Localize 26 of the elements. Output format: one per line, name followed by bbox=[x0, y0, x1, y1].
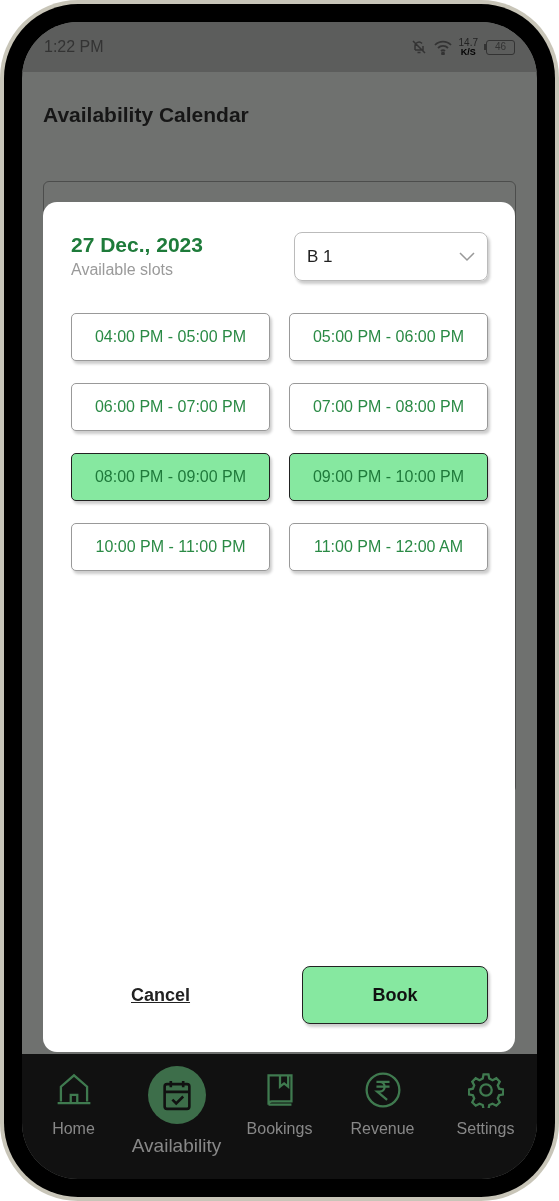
network-speed-unit: K/S bbox=[460, 47, 476, 57]
bell-off-icon bbox=[410, 39, 427, 55]
network-speed: 14.7 bbox=[458, 37, 478, 48]
nav-tab[interactable]: Settings bbox=[434, 1054, 537, 1163]
time-slot[interactable]: 10:00 PM - 11:00 PM bbox=[71, 523, 270, 571]
selected-date: 27 Dec., 2023 bbox=[71, 232, 203, 258]
nav-tab[interactable]: Home bbox=[22, 1054, 125, 1163]
book-button[interactable]: Book bbox=[302, 966, 488, 1024]
subtitle: Available slots bbox=[71, 260, 174, 280]
time-slot[interactable]: 05:00 PM - 06:00 PM bbox=[289, 313, 488, 361]
time-slot[interactable]: 11:00 PM - 12:00 AM bbox=[289, 523, 488, 571]
wifi-icon bbox=[432, 39, 453, 55]
page-title: Availability Calendar bbox=[43, 102, 250, 128]
time-slot[interactable]: 09:00 PM - 10:00 PM bbox=[289, 453, 488, 501]
chevron-down-icon bbox=[459, 251, 475, 262]
time-slot[interactable]: 04:00 PM - 05:00 PM bbox=[71, 313, 270, 361]
settings-icon bbox=[467, 1072, 504, 1108]
nav-tab[interactable]: Revenue bbox=[331, 1054, 434, 1163]
cancel-button[interactable]: Cancel bbox=[131, 981, 191, 1009]
nav-tab[interactable]: Bookings bbox=[228, 1054, 331, 1163]
nav-tab[interactable]: Availability bbox=[125, 1054, 228, 1163]
court-dropdown[interactable]: B 1 bbox=[294, 232, 488, 281]
rupee-icon bbox=[364, 1072, 401, 1108]
time-slot[interactable]: 07:00 PM - 08:00 PM bbox=[289, 383, 488, 431]
time-slot[interactable]: 08:00 PM - 09:00 PM bbox=[71, 453, 270, 501]
time-slot[interactable]: 06:00 PM - 07:00 PM bbox=[71, 383, 270, 431]
